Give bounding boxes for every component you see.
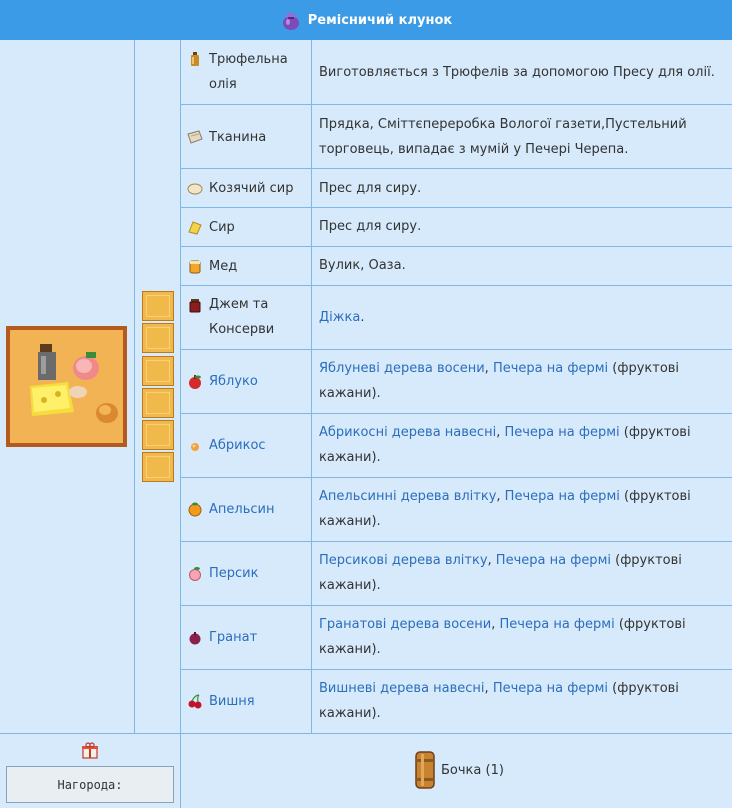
bundle-title: Ремісничий клунок — [307, 12, 453, 28]
apple-icon — [189, 375, 201, 389]
farm-cave-link[interactable]: Печера на фермі — [505, 489, 620, 504]
item-description: Прядка, Сміттєпереробка Вологої газети,П… — [319, 117, 687, 157]
jam-jar-icon — [189, 299, 201, 313]
pomegranate-icon — [189, 632, 201, 645]
keg-link[interactable]: Діжка — [319, 310, 360, 325]
farm-cave-link[interactable]: Печера на фермі — [493, 361, 608, 376]
gift-icon — [82, 742, 98, 759]
item-description: Виготовляється з Трюфелів за допомогою П… — [319, 65, 715, 80]
item-description: Апельсинні дерева влітку, Печера на ферм… — [319, 489, 691, 529]
source-link[interactable]: Гранатові дерева восени — [319, 617, 491, 632]
bundle-slot[interactable] — [142, 420, 174, 450]
bundle-header: Ремісничий клунок — [0, 0, 732, 40]
bundle-slot[interactable] — [142, 291, 174, 321]
truffle-oil-bottle-icon — [191, 52, 199, 66]
item-name-link[interactable]: Гранат — [209, 630, 257, 645]
item-name-cell: Сир — [187, 215, 235, 239]
item-description: Вулик, Оаза. — [319, 258, 406, 273]
honey-jar-icon — [189, 260, 201, 274]
item-description: Гранатові дерева восени, Печера на фермі… — [319, 617, 686, 657]
artisan-goods-icon — [30, 344, 118, 423]
source-link[interactable]: Абрикосні дерева навесні — [319, 425, 496, 440]
item-name: Козячий сир — [209, 180, 294, 196]
item-name: Консерви — [209, 322, 275, 337]
item-name-cell: Апельсин — [187, 497, 274, 521]
bundle-slot[interactable] — [142, 356, 174, 386]
reward-label-box: Нагорода: — [6, 766, 174, 803]
cheese-icon — [188, 221, 202, 235]
item-name-cell: Мед — [187, 254, 237, 278]
source-link[interactable]: Апельсинні дерева влітку — [319, 489, 496, 504]
bundle-image — [6, 326, 127, 447]
item-description: Абрикосні дерева навесні, Печера на ферм… — [319, 425, 691, 465]
item-description: Яблуневі дерева восени, Печера на фермі … — [319, 361, 680, 401]
farm-cave-link[interactable]: Печера на фермі — [496, 553, 611, 568]
item-name-cell: Трюфельна олія — [187, 48, 288, 98]
item-name-link[interactable]: Вишня — [209, 694, 255, 709]
farm-cave-link[interactable]: Печера на фермі — [493, 681, 608, 696]
item-name-link[interactable]: Абрикос — [209, 438, 266, 453]
item-name: Мед — [209, 258, 238, 274]
reward-item-label: Бочка (1) — [441, 762, 504, 778]
item-name-link[interactable]: Персик — [209, 566, 258, 581]
item-description: Прес для сиру. — [319, 219, 422, 234]
item-name: Джем та — [209, 297, 269, 312]
item-name-cell: Гранат — [187, 625, 257, 649]
bundle-slot[interactable] — [142, 388, 174, 418]
farm-cave-link[interactable]: Печера на фермі — [500, 617, 615, 632]
item-name-cell: Тканина — [187, 124, 266, 150]
bundle-page: Ремісничий клунок Трюфельна олія Виготов… — [0, 0, 732, 808]
item-name-link[interactable]: Апельсин — [209, 502, 274, 517]
source-link[interactable]: Вишневі дерева навесні — [319, 681, 485, 696]
item-description: Вишневі дерева навесні, Печера на фермі … — [319, 681, 679, 721]
keg-icon — [415, 751, 435, 789]
farm-cave-link[interactable]: Печера на фермі — [504, 425, 619, 440]
reward-label: Нагорода: — [57, 777, 123, 792]
item-name-cell: Абрикос — [187, 433, 266, 457]
item-name-link[interactable]: Яблуко — [209, 374, 258, 389]
source-link[interactable]: Яблуневі дерева восени — [319, 361, 485, 376]
cloth-icon — [187, 130, 203, 144]
item-name: Сир — [209, 219, 235, 235]
item-name-cell: Вишня — [187, 689, 255, 713]
source-link[interactable]: Персикові дерева влітку — [319, 553, 488, 568]
item-name: Тканина — [209, 129, 267, 145]
reward-item: Бочка (1) — [413, 750, 504, 790]
item-description: Персикові дерева влітку, Печера на фермі… — [319, 553, 682, 593]
peach-icon — [189, 567, 201, 581]
item-name-cell: Персик — [187, 561, 258, 585]
item-description: Діжка. — [319, 310, 365, 325]
item-description: Прес для сиру. — [319, 181, 422, 196]
purple-bundle-icon — [282, 13, 299, 30]
item-name: Трюфельна — [209, 52, 288, 67]
item-name: олія — [209, 77, 237, 92]
item-name-cell: Джем та Консерви — [187, 292, 274, 342]
orange-icon — [188, 502, 202, 517]
bundle-slot[interactable] — [142, 452, 174, 482]
item-name-cell: Яблуко — [187, 369, 258, 393]
cherry-icon — [188, 694, 202, 709]
goat-cheese-icon — [187, 183, 203, 195]
bundle-slot[interactable] — [142, 323, 174, 353]
apricot-icon — [191, 443, 199, 451]
item-name-cell: Козячий сир — [187, 176, 293, 200]
